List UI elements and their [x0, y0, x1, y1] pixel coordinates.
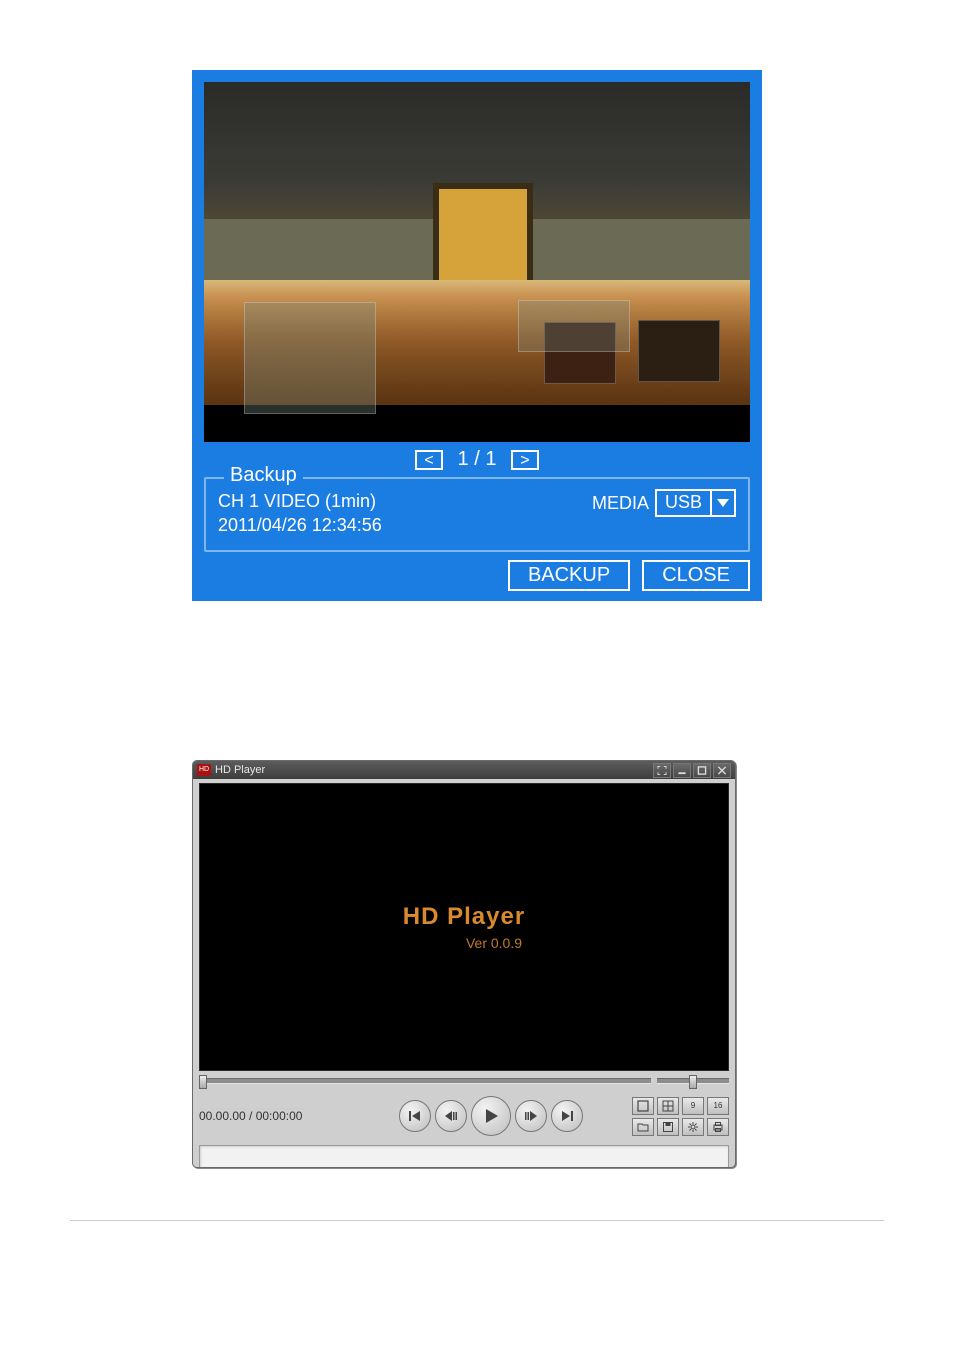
- speed-slider[interactable]: [657, 1078, 729, 1084]
- hdplayer-window: HD HD Player HD Player Ver 0.0.9: [192, 760, 736, 1168]
- speed-thumb-icon: [689, 1075, 697, 1089]
- window-title: HD Player: [215, 764, 265, 776]
- play-button[interactable]: [471, 1096, 511, 1136]
- fullscreen-button[interactable]: [653, 763, 671, 778]
- maximize-icon: [697, 766, 707, 775]
- prev-button[interactable]: [399, 1100, 431, 1132]
- grid-1-icon: [637, 1100, 649, 1112]
- layout-1-button[interactable]: [632, 1097, 654, 1115]
- time-readout: 00.00.00 / 00:00:00: [199, 1109, 349, 1123]
- video-area: HD Player Ver 0.0.9: [199, 783, 729, 1071]
- pager-text: 1 / 1: [458, 448, 497, 471]
- minimize-icon: [677, 766, 687, 775]
- footer-divider: [70, 1220, 884, 1221]
- preview-image: [204, 82, 750, 442]
- step-back-button[interactable]: [435, 1100, 467, 1132]
- dropdown-caret-icon: [712, 491, 734, 515]
- grid-16-icon: 16: [714, 1101, 723, 1110]
- hdplayer-titlebar[interactable]: HD HD Player: [193, 761, 735, 779]
- backup-group: Backup CH 1 VIDEO (1min) 2011/04/26 12:3…: [204, 477, 750, 552]
- app-logo-icon: HD: [197, 764, 211, 776]
- media-label: MEDIA: [592, 493, 649, 514]
- minimize-button[interactable]: [673, 763, 691, 778]
- layout-9-button[interactable]: 9: [682, 1097, 704, 1115]
- timestamp-line: 2011/04/26 12:34:56: [218, 513, 382, 537]
- grid-9-icon: 9: [691, 1101, 695, 1110]
- step-forward-icon: [524, 1109, 538, 1123]
- skip-prev-icon: [408, 1109, 422, 1123]
- gear-icon: [687, 1121, 699, 1133]
- step-forward-button[interactable]: [515, 1100, 547, 1132]
- seek-thumb-icon: [199, 1075, 207, 1089]
- layout-16-button[interactable]: 16: [707, 1097, 729, 1115]
- layout-4-button[interactable]: [657, 1097, 679, 1115]
- backup-info: CH 1 VIDEO (1min) 2011/04/26 12:34:56: [218, 489, 382, 538]
- next-button[interactable]: [551, 1100, 583, 1132]
- folder-open-icon: [637, 1121, 649, 1133]
- save-icon: [662, 1121, 674, 1133]
- print-button[interactable]: [707, 1118, 729, 1136]
- fullscreen-icon: [657, 766, 667, 775]
- status-bar: [199, 1145, 729, 1168]
- splash-title: HD Player: [403, 903, 525, 931]
- close-window-button[interactable]: [713, 763, 731, 778]
- chevron-left-icon: <: [424, 452, 433, 469]
- settings-button[interactable]: [682, 1118, 704, 1136]
- pager-next-button[interactable]: >: [511, 450, 539, 470]
- backup-button[interactable]: BACKUP: [508, 560, 630, 591]
- pager-prev-button[interactable]: <: [415, 450, 443, 470]
- play-icon: [482, 1107, 500, 1125]
- backup-group-legend: Backup: [224, 464, 303, 487]
- print-icon: [712, 1121, 724, 1133]
- backup-dialog: < 1 / 1 > Backup CH 1 VIDEO (1min) 2011/…: [192, 70, 762, 601]
- skip-next-icon: [560, 1109, 574, 1123]
- close-button[interactable]: CLOSE: [642, 560, 750, 591]
- snapshot-button[interactable]: [657, 1118, 679, 1136]
- grid-4-icon: [662, 1100, 674, 1112]
- chevron-right-icon: >: [520, 452, 529, 469]
- step-back-icon: [444, 1109, 458, 1123]
- maximize-button[interactable]: [693, 763, 711, 778]
- media-select-value: USB: [657, 491, 712, 515]
- media-select[interactable]: USB: [655, 489, 736, 517]
- close-icon: [717, 766, 727, 775]
- channel-line: CH 1 VIDEO (1min): [218, 489, 382, 513]
- splash-version: Ver 0.0.9: [466, 935, 522, 951]
- seek-slider[interactable]: [199, 1078, 651, 1084]
- open-file-button[interactable]: [632, 1118, 654, 1136]
